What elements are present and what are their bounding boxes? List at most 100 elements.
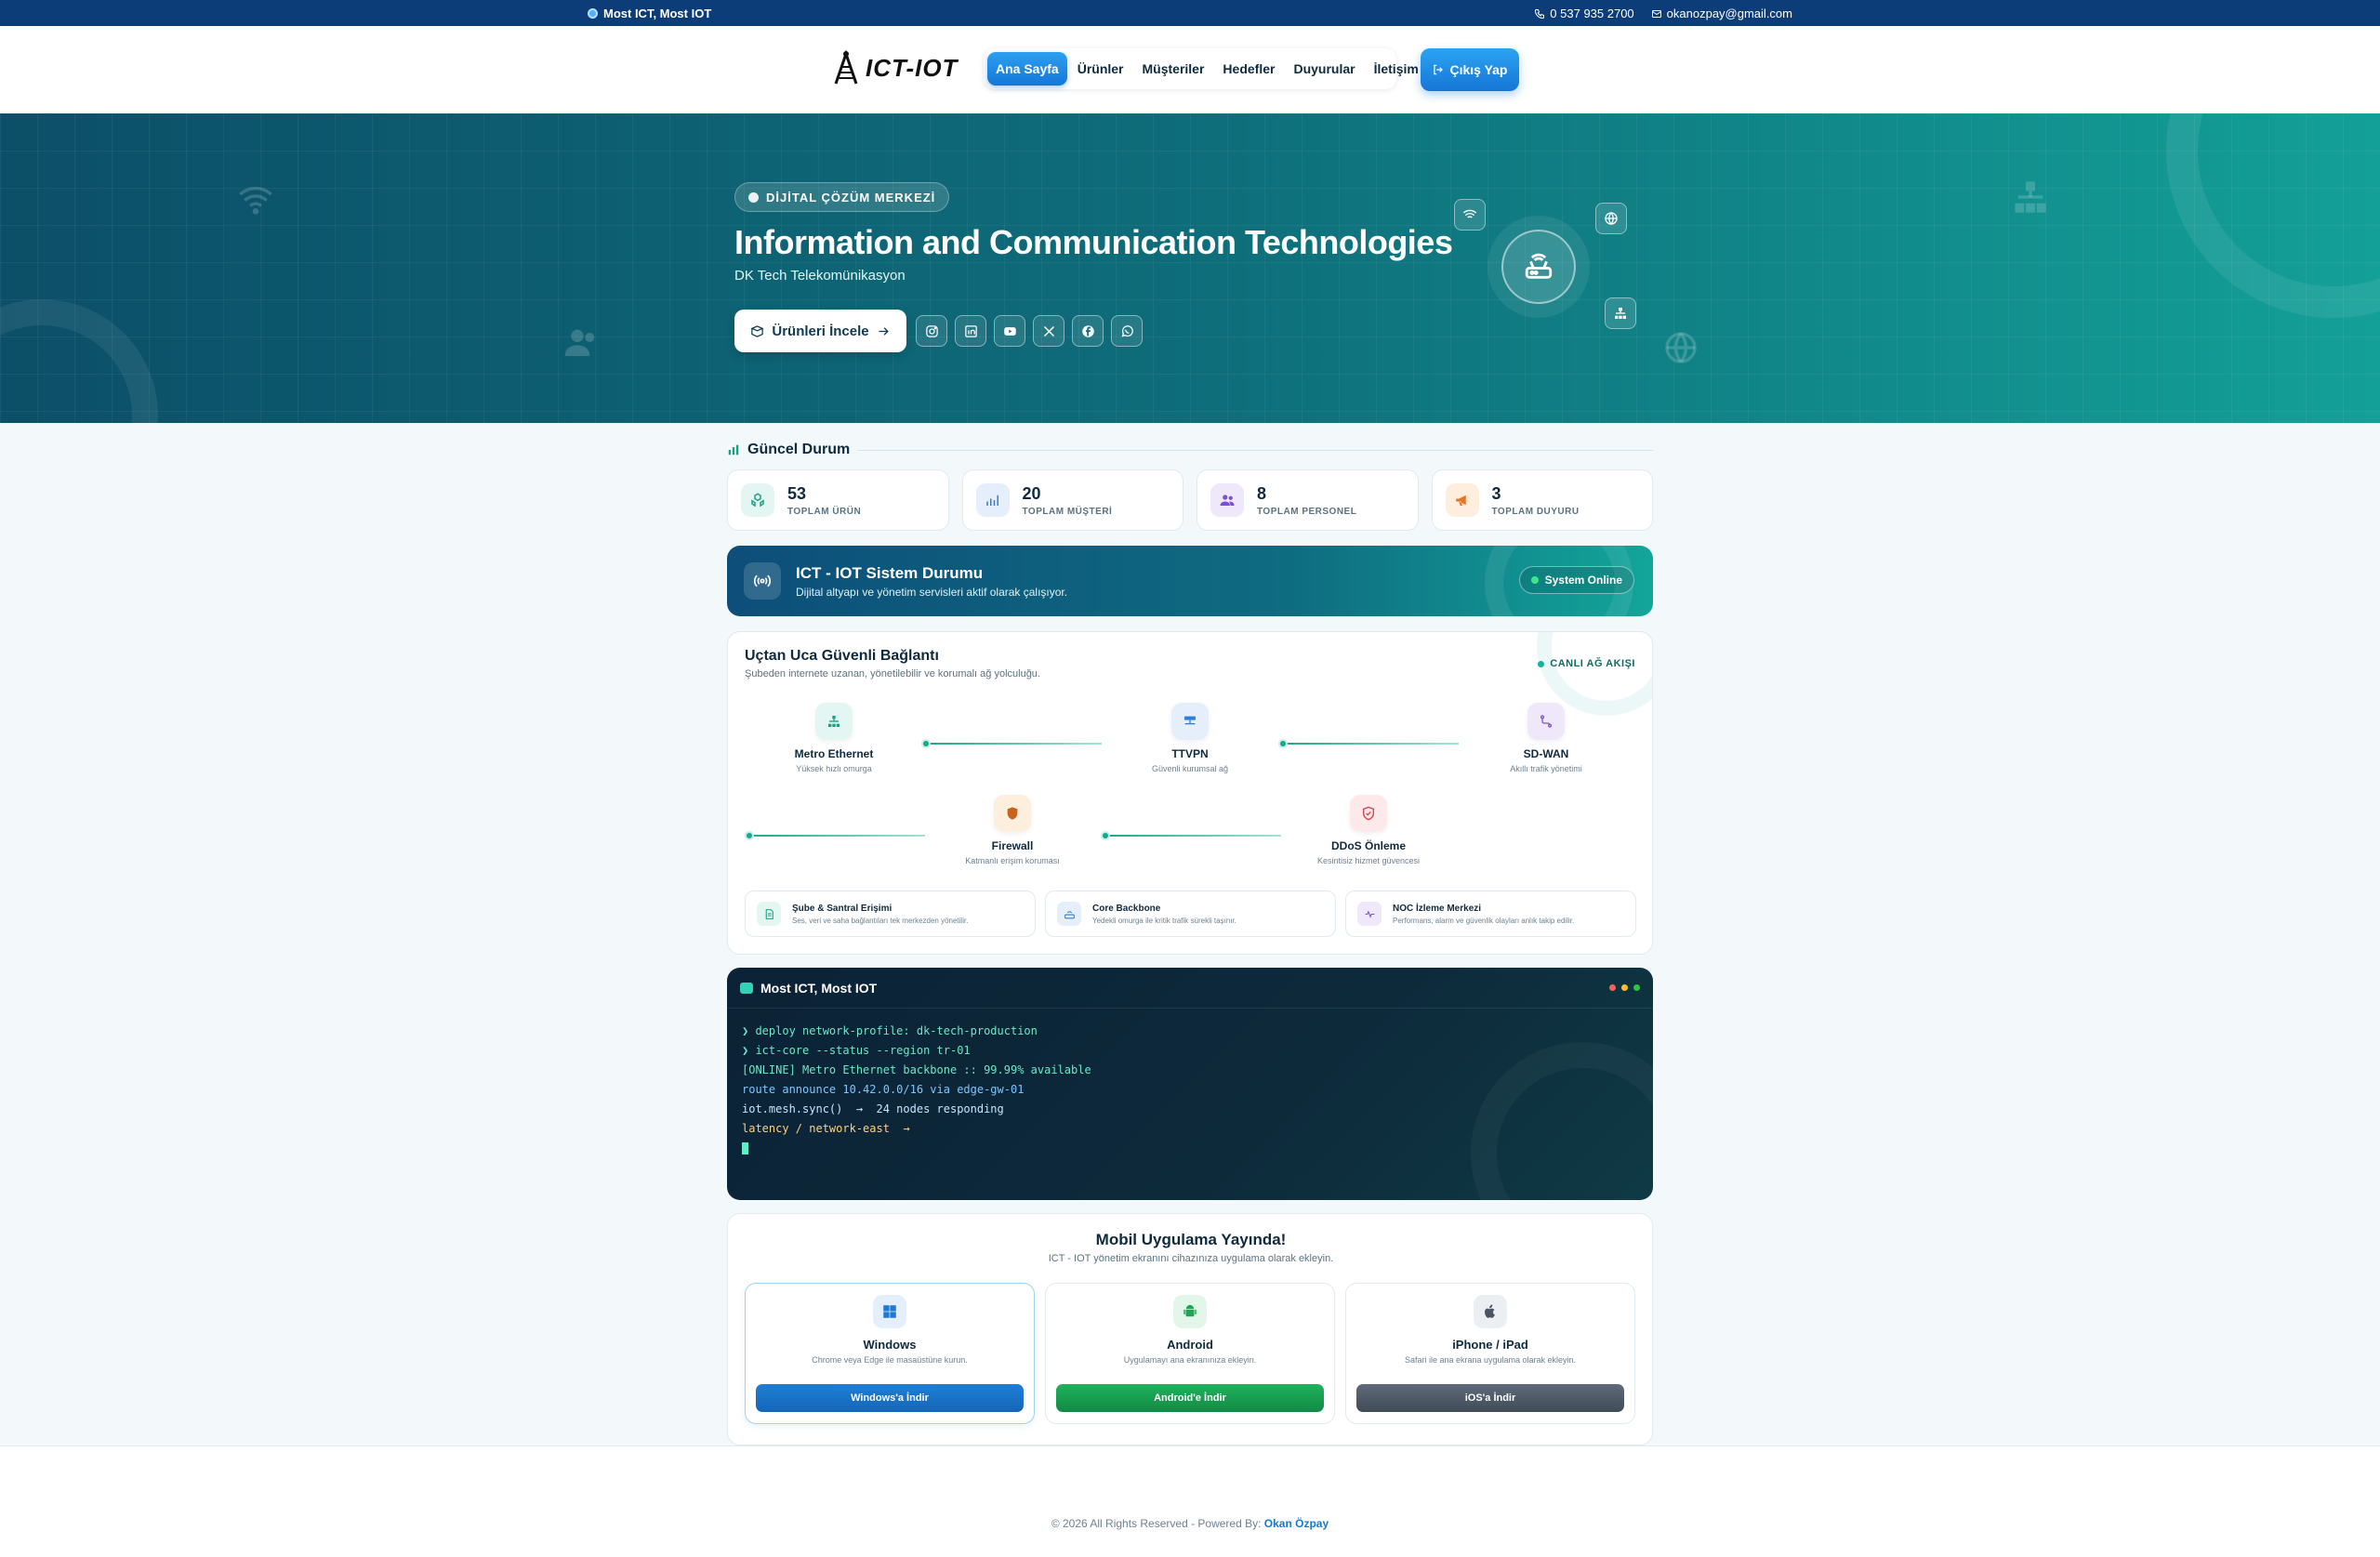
footer-author-link[interactable]: Okan Özpay	[1264, 1517, 1329, 1530]
connection-line	[1278, 739, 1459, 748]
chart-icon	[975, 483, 1010, 517]
instagram-icon[interactable]	[916, 315, 947, 347]
sitemap-icon	[815, 703, 853, 740]
node-title: SD-WAN	[1523, 747, 1569, 760]
node-sub: Katmanlı erişim koruması	[965, 856, 1060, 865]
node-metro-ethernet[interactable]: Metro Ethernet Yüksek hızlı omurga	[769, 703, 899, 773]
youtube-icon[interactable]	[994, 315, 1025, 347]
nav-item-home[interactable]: Ana Sayfa	[987, 52, 1067, 86]
node-ddos[interactable]: DDoS Önleme Kesintisiz hizmet güvencesi	[1303, 795, 1434, 865]
feature-sub: Yedekli omurga ile kritik trafik sürekli…	[1092, 916, 1236, 925]
route-icon	[1527, 703, 1565, 740]
feature-noc[interactable]: NOC İzleme Merkezi Performans, alarm ve g…	[1345, 891, 1636, 937]
minimize-dot-icon[interactable]	[1621, 984, 1628, 991]
view-products-button[interactable]: Ürünleri İncele	[734, 310, 906, 352]
live-dot-icon	[1538, 660, 1545, 667]
terminal-line: latency / network-east →	[742, 1122, 910, 1135]
nav-item-products[interactable]: Ürünler	[1069, 52, 1132, 86]
download-ios-button[interactable]: iOS'a İndir	[1356, 1384, 1624, 1412]
bar-chart-icon	[728, 444, 739, 455]
network-icon	[2012, 178, 2049, 220]
connection-line	[1101, 831, 1281, 840]
stat-card-announcements[interactable]: 3 TOPLAM DUYURU	[1431, 469, 1653, 531]
feature-core-backbone[interactable]: Core Backbone Yedekli omurga ile kritik t…	[1045, 891, 1336, 937]
top-bar: Most ICT, Most IOT 0 537 935 2700 okanoz…	[0, 0, 2380, 26]
app-sub: Safari ile ana ekrana uygulama olarak ek…	[1404, 1355, 1577, 1365]
nav-item-announcements[interactable]: Duyurular	[1285, 52, 1363, 86]
x-icon[interactable]	[1033, 315, 1064, 347]
maximize-dot-icon[interactable]	[1633, 984, 1640, 991]
online-dot-icon	[1530, 576, 1539, 584]
terminal-line: route announce 10.42.0.0/16 via edge-gw-…	[742, 1083, 1025, 1096]
mail-icon	[1651, 9, 1661, 18]
terminal-cursor	[742, 1142, 748, 1155]
stat-card-customers[interactable]: 20 TOPLAM MÜŞTERİ	[961, 469, 1183, 531]
live-flow-badge: CANLI AĞ AKIŞI	[1538, 658, 1635, 669]
download-windows-button[interactable]: Windows'a İndir	[756, 1384, 1024, 1412]
logout-label: Çıkış Yap	[1449, 62, 1508, 77]
hero-badge: DİJİTAL ÇÖZÜM MERKEZİ	[734, 182, 950, 212]
app-card-ios: iPhone / iPad Safari ile ana ekrana uygu…	[1345, 1283, 1635, 1424]
app-title: Android	[1167, 1338, 1213, 1352]
arrow-right-icon	[879, 326, 889, 336]
top-bar-brand: Most ICT, Most IOT	[588, 7, 711, 20]
top-bar-contact: 0 537 935 2700 okanozpay@gmail.com	[1534, 7, 1792, 20]
nav-item-goals[interactable]: Hedefler	[1214, 52, 1283, 86]
stat-label: TOPLAM PERSONEL	[1257, 506, 1357, 517]
connection-line	[745, 831, 925, 840]
node-ttvpn[interactable]: TTVPN Güvenli kurumsal ağ	[1125, 703, 1255, 773]
pulse-icon	[1357, 902, 1382, 926]
stat-card-products[interactable]: 53 TOPLAM ÜRÜN	[727, 469, 949, 531]
connection-card: Uçtan Uca Güvenli Bağlantı Şubeden inter…	[727, 631, 1653, 955]
hero-subtitle: DK Tech Telekomünikasyon	[734, 268, 906, 284]
globe-icon	[1595, 203, 1627, 234]
feature-title: NOC İzleme Merkezi	[1393, 903, 1482, 914]
app-card-android: Android Uygulamayı ana ekranınıza ekleyi…	[1045, 1283, 1335, 1424]
site-logo[interactable]: ICT-IOT	[830, 48, 958, 87]
hero-section: DİJİTAL ÇÖZÜM MERKEZİ Information and Co…	[0, 113, 2380, 423]
section-title-text: Güncel Durum	[747, 442, 851, 457]
app-title: iPhone / iPad	[1452, 1338, 1528, 1352]
close-dot-icon[interactable]	[1609, 984, 1616, 991]
document-icon	[757, 902, 781, 926]
shield-check-icon	[1350, 795, 1387, 832]
system-online-text: System Online	[1544, 574, 1622, 587]
badge-dot-icon	[748, 191, 759, 203]
nav-item-contact[interactable]: İletişim	[1366, 52, 1427, 86]
box-icon	[750, 324, 765, 337]
node-sd-wan[interactable]: SD-WAN Akıllı trafik yönetimi	[1481, 703, 1611, 773]
email-link[interactable]: okanozpay@gmail.com	[1651, 7, 1792, 20]
logo-icon	[834, 49, 858, 85]
stat-label: TOPLAM DUYURU	[1491, 506, 1580, 517]
stat-value: 8	[1257, 483, 1267, 503]
logout-button[interactable]: Çıkış Yap	[1421, 48, 1519, 91]
stat-card-staff[interactable]: 8 TOPLAM PERSONEL	[1197, 469, 1419, 531]
users-icon	[563, 323, 601, 365]
feature-branch-access[interactable]: Şube & Santral Erişimi Ses, veri ve saha …	[745, 891, 1036, 937]
hero-badge-text: DİJİTAL ÇÖZÜM MERKEZİ	[766, 190, 936, 205]
terminal-icon	[740, 982, 753, 994]
linkedin-icon[interactable]	[955, 315, 986, 347]
node-firewall[interactable]: Firewall Katmanlı erişim koruması	[947, 795, 1078, 865]
node-title: DDoS Önleme	[1330, 839, 1406, 852]
live-flow-text: CANLI AĞ AKIŞI	[1550, 658, 1635, 669]
phone-link[interactable]: 0 537 935 2700	[1534, 7, 1634, 20]
stat-value: 20	[1022, 483, 1041, 503]
terminal-line: ❯ deploy network-profile: dk-tech-produc…	[742, 1024, 1038, 1037]
hero-grid-background	[0, 113, 2380, 423]
router-icon	[1057, 902, 1081, 926]
terminal-header: Most ICT, Most IOT	[727, 968, 1653, 1009]
download-android-button[interactable]: Android'e İndir	[1056, 1384, 1324, 1412]
nav-item-customers[interactable]: Müşteriler	[1134, 52, 1213, 86]
feature-title: Şube & Santral Erişimi	[792, 903, 892, 914]
view-products-label: Ürünleri İncele	[772, 323, 869, 339]
mobile-app-section: Mobil Uygulama Yayında! ICT - IOT yöneti…	[727, 1213, 1653, 1445]
logo-text: ICT-IOT	[866, 53, 959, 82]
whatsapp-icon[interactable]	[1111, 315, 1143, 347]
app-card-windows: Windows Chrome veya Edge ile masaüstüne …	[745, 1283, 1035, 1424]
connection-line	[921, 739, 1102, 748]
server-icon	[1171, 703, 1209, 740]
megaphone-icon	[1445, 483, 1479, 517]
facebook-icon[interactable]	[1072, 315, 1104, 347]
system-online-badge: System Online	[1518, 566, 1634, 594]
